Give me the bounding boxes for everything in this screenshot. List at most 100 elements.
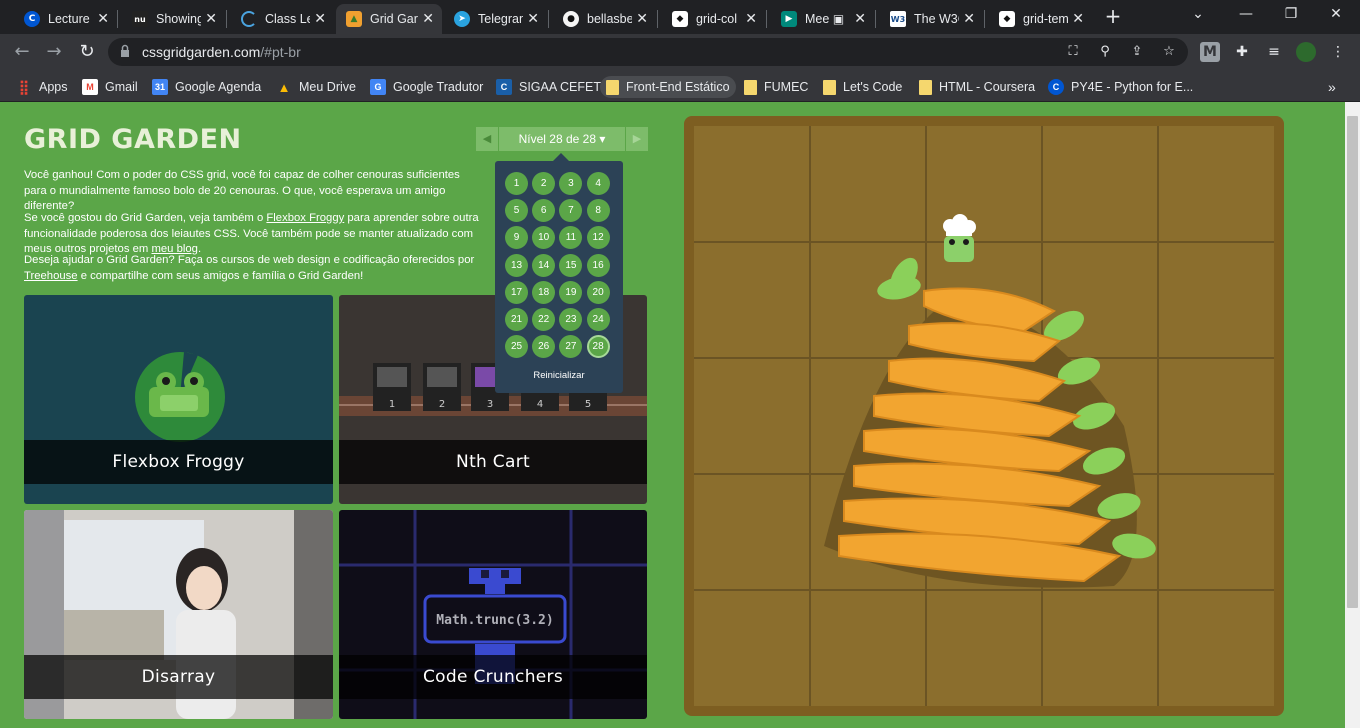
screen-share-icon[interactable]: ▣ bbox=[833, 12, 844, 26]
tab-search-icon[interactable]: ⌄ bbox=[1188, 6, 1208, 22]
treehouse-link[interactable]: Treehouse bbox=[24, 270, 78, 282]
cart-number: 1 bbox=[389, 399, 395, 410]
card-label: Flexbox Froggy bbox=[24, 440, 333, 484]
close-icon[interactable]: ✕ bbox=[97, 11, 109, 27]
page-title: GRID GARDEN bbox=[24, 124, 242, 155]
tab-title: The W3C bbox=[914, 12, 959, 26]
notion-icon: ◆ bbox=[672, 11, 688, 27]
card-label: Nth Cart bbox=[339, 440, 647, 484]
back-button[interactable]: ← bbox=[10, 40, 34, 64]
level-20-button[interactable]: 20 bbox=[586, 280, 610, 304]
telegram-icon: ➤ bbox=[454, 11, 470, 27]
close-window-icon[interactable]: ✕ bbox=[1326, 6, 1346, 22]
scrollbar-thumb[interactable] bbox=[1347, 116, 1358, 608]
cart-number: 3 bbox=[487, 399, 493, 410]
tab-separator bbox=[766, 10, 767, 28]
tab-grid-col[interactable]: ◆ grid-col ✕ bbox=[662, 4, 765, 34]
bookmark-lets-code[interactable]: Let's Code bbox=[817, 76, 908, 98]
translate-icon: G bbox=[370, 79, 386, 95]
gmail-icon: M bbox=[82, 79, 98, 95]
level-1-button[interactable]: 1 bbox=[505, 172, 528, 195]
card-flexbox-froggy[interactable]: Flexbox Froggy bbox=[24, 295, 333, 504]
level-28-button[interactable]: 28 bbox=[586, 335, 610, 359]
tab-lecture[interactable]: C Lecture ✕ bbox=[14, 4, 117, 34]
bookmark-front-end-estatico[interactable]: Front-End Estático bbox=[600, 76, 736, 98]
bookmark-apps[interactable]: ⣿ Apps bbox=[10, 76, 74, 98]
menu-icon[interactable]: ⋮ bbox=[1328, 42, 1348, 62]
zoom-icon[interactable]: ⚲ bbox=[1096, 43, 1114, 61]
level-14-button[interactable]: 14 bbox=[532, 253, 556, 277]
more-bookmarks-icon[interactable]: » bbox=[1322, 76, 1342, 98]
bookmark-py4e[interactable]: C PY4E - Python for E... bbox=[1042, 76, 1199, 98]
bookmark-google-agenda[interactable]: 31 Google Agenda bbox=[146, 76, 267, 98]
tab-title: Telegram bbox=[478, 12, 523, 26]
level-15-button[interactable]: 15 bbox=[559, 253, 583, 277]
flexbox-froggy-link[interactable]: Flexbox Froggy bbox=[266, 212, 344, 224]
level-13-button[interactable]: 13 bbox=[505, 253, 528, 277]
address-bar[interactable]: cssgridgarden.com/#pt-br ⛶ ⚲ ⇪ ☆ bbox=[108, 38, 1188, 66]
bookmark-star-icon[interactable]: ☆ bbox=[1160, 43, 1178, 61]
close-icon[interactable]: ✕ bbox=[314, 11, 326, 27]
close-icon[interactable]: ✕ bbox=[527, 11, 539, 27]
minimize-icon[interactable]: — bbox=[1236, 6, 1256, 22]
tab-title: Showing bbox=[156, 12, 202, 26]
reload-button[interactable]: ↻ bbox=[75, 40, 99, 64]
level-8-button[interactable]: 8 bbox=[586, 199, 610, 223]
level-4-button[interactable]: 4 bbox=[586, 172, 610, 195]
card-disarray[interactable]: Disarray bbox=[24, 510, 333, 719]
code-snippet: Math.trunc(3.2) bbox=[436, 613, 553, 628]
bookmark-meu-drive[interactable]: ▲ Meu Drive bbox=[270, 76, 362, 98]
tab-grid-garden[interactable]: ▲ Grid Gar ✕ bbox=[336, 4, 442, 34]
tab-telegram[interactable]: ➤ Telegram ✕ bbox=[444, 4, 547, 34]
garden-soil bbox=[694, 126, 1274, 706]
next-level-button[interactable]: ▶ bbox=[626, 127, 648, 151]
level-12-button[interactable]: 12 bbox=[586, 226, 610, 250]
restore-icon[interactable]: ❐ bbox=[1281, 6, 1301, 22]
win-message: Você ganhou! Com o poder do CSS grid, vo… bbox=[24, 169, 460, 212]
media-control-icon[interactable]: ≡ bbox=[1264, 42, 1284, 62]
reset-button[interactable]: Reinicializar bbox=[495, 370, 623, 381]
forward-button[interactable]: → bbox=[42, 40, 66, 64]
level-18-button[interactable]: 18 bbox=[532, 280, 556, 304]
level-16-button[interactable]: 16 bbox=[586, 253, 610, 277]
bookmark-google-tradutor[interactable]: G Google Tradutor bbox=[364, 76, 489, 98]
level-dropdown-toggle[interactable]: Nível 28 de 28 ▾ bbox=[499, 127, 625, 151]
level-17-button[interactable]: 17 bbox=[505, 280, 528, 304]
bookmark-sigaa-cefet[interactable]: C SIGAA CEFET bbox=[490, 76, 607, 98]
tab-github[interactable]: ● bellasbe ✕ bbox=[553, 4, 656, 34]
close-icon[interactable]: ✕ bbox=[854, 11, 866, 27]
level-navigator: ◀ Nível 28 de 28 ▾ ▶ bbox=[476, 127, 648, 151]
translate-icon[interactable]: ⛶ bbox=[1064, 43, 1082, 61]
close-icon[interactable]: ✕ bbox=[422, 11, 434, 27]
close-icon[interactable]: ✕ bbox=[1072, 11, 1084, 27]
tab-separator bbox=[548, 10, 549, 28]
apps-icon: ⣿ bbox=[18, 78, 30, 95]
folder-icon bbox=[606, 79, 619, 95]
level-21-button[interactable]: 21 bbox=[505, 308, 528, 331]
extensions-icon[interactable]: ✚ bbox=[1232, 42, 1252, 62]
profile-avatar[interactable] bbox=[1296, 42, 1316, 62]
close-icon[interactable]: ✕ bbox=[636, 11, 648, 27]
tab-class[interactable]: Class Le ✕ bbox=[231, 4, 334, 34]
tab-title: Lecture bbox=[48, 12, 90, 26]
close-icon[interactable]: ✕ bbox=[963, 11, 975, 27]
bookmark-gmail[interactable]: M Gmail bbox=[76, 76, 144, 98]
card-code-crunchers[interactable]: Math.trunc(3.2) Code Crunchers bbox=[339, 510, 647, 719]
calendar-icon: 31 bbox=[152, 79, 168, 95]
extension-m-icon[interactable]: M bbox=[1200, 42, 1220, 62]
tab-strip: C Lecture ✕ nu Showing ✕ Class Le ✕ ▲ Gr… bbox=[0, 0, 1360, 34]
tab-grid-tem[interactable]: ◆ grid-tem ✕ bbox=[989, 4, 1092, 34]
level-24-button[interactable]: 24 bbox=[586, 308, 610, 331]
tab-meet[interactable]: ▶ Mee ▣ ✕ bbox=[771, 4, 874, 34]
tab-title: grid-tem bbox=[1023, 12, 1069, 26]
close-icon[interactable]: ✕ bbox=[205, 11, 217, 27]
bookmark-html-coursera[interactable]: HTML - Coursera bbox=[913, 76, 1041, 98]
bookmark-fumec[interactable]: FUMEC bbox=[738, 76, 814, 98]
close-icon[interactable]: ✕ bbox=[745, 11, 757, 27]
tab-showing[interactable]: nu Showing ✕ bbox=[122, 4, 225, 34]
share-icon[interactable]: ⇪ bbox=[1128, 43, 1146, 61]
previous-level-button[interactable]: ◀ bbox=[476, 127, 498, 151]
tab-title: Class Le bbox=[265, 12, 311, 26]
tab-w3c[interactable]: W3 The W3C ✕ bbox=[880, 4, 983, 34]
new-tab-button[interactable]: + bbox=[1103, 6, 1123, 28]
